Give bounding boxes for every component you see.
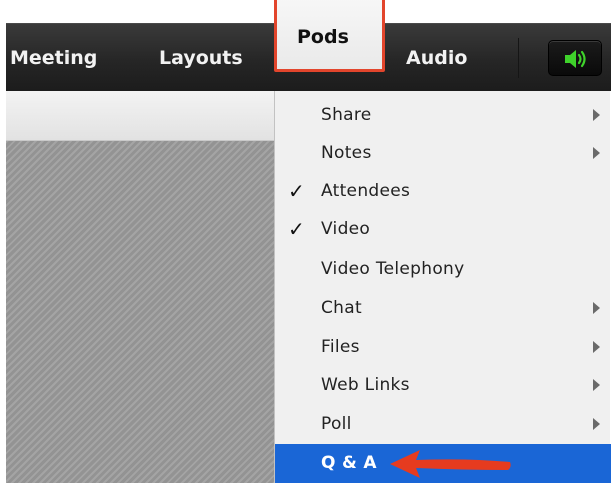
menu-item-label: Attendees — [321, 181, 411, 201]
menu-item-label: Video — [321, 219, 371, 239]
menu-item-label: Q & A — [321, 453, 377, 473]
submenu-arrow-icon — [593, 418, 600, 430]
submenu-arrow-icon — [593, 379, 600, 391]
menu-item-chat[interactable]: Chat — [275, 289, 611, 327]
app-window: Meeting Layouts Audio Pods Share Notes ✓… — [0, 0, 611, 483]
menu-item-poll[interactable]: Poll — [275, 405, 611, 443]
menu-item-label: Poll — [321, 414, 352, 434]
menu-pods[interactable]: Pods — [274, 0, 385, 72]
checkmark-icon: ✓ — [288, 217, 306, 241]
menu-item-notes[interactable]: Notes — [275, 134, 611, 172]
menubar-divider — [518, 38, 519, 78]
pod-toolbar — [6, 91, 276, 141]
checkmark-icon: ✓ — [288, 179, 306, 203]
menu-item-label: Files — [321, 337, 360, 357]
menu-item-share[interactable]: Share — [275, 96, 611, 134]
speaker-icon — [565, 50, 586, 68]
annotation-arrow-icon — [390, 450, 511, 478]
menu-item-video[interactable]: ✓ Video — [275, 210, 611, 248]
submenu-arrow-icon — [593, 341, 600, 353]
menu-item-attendees[interactable]: ✓ Attendees — [275, 172, 611, 210]
menu-item-label: Video Telephony — [321, 259, 465, 279]
menu-item-label: Notes — [321, 143, 372, 163]
menu-item-label: Chat — [321, 298, 362, 318]
menu-item-files[interactable]: Files — [275, 328, 611, 366]
speaker-button[interactable] — [548, 40, 602, 76]
menu-item-label: Web Links — [321, 375, 410, 395]
menu-item-video-telephony[interactable]: Video Telephony — [275, 250, 611, 288]
menu-audio[interactable]: Audio — [406, 24, 467, 92]
submenu-arrow-icon — [593, 109, 600, 121]
submenu-arrow-icon — [593, 302, 600, 314]
menu-layouts[interactable]: Layouts — [159, 24, 243, 92]
menu-item-web-links[interactable]: Web Links — [275, 366, 611, 404]
stage-background — [6, 141, 276, 483]
menu-meeting[interactable]: Meeting — [10, 24, 97, 92]
menu-item-label: Share — [321, 105, 372, 125]
submenu-arrow-icon — [593, 147, 600, 159]
pods-dropdown-menu: Share Notes ✓ Attendees ✓ Video Video Te… — [274, 91, 611, 483]
